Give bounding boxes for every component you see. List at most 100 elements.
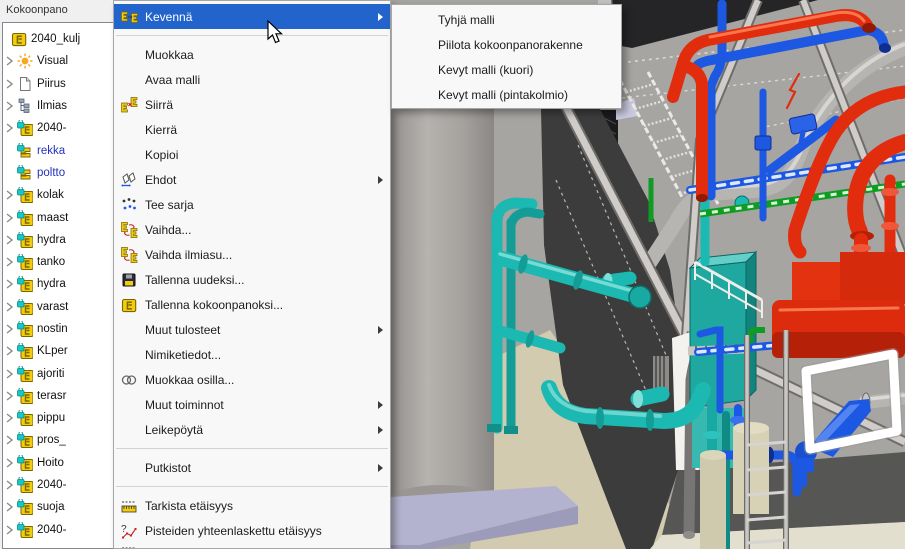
tree-item-terasr[interactable]: terasr — [3, 385, 113, 407]
expander-chevron-icon[interactable] — [3, 234, 15, 246]
menu-item-muut-toiminnot[interactable]: Muut toiminnot — [114, 392, 390, 417]
tree-item-poltto[interactable]: poltto — [3, 162, 113, 184]
expander-chevron-icon[interactable] — [3, 278, 15, 290]
tree-item-label: pippu — [37, 412, 65, 424]
tree-item-rekka[interactable]: rekka — [3, 139, 113, 161]
menu-item-piilota-kokoonpanorakenne[interactable]: Piilota kokoonpanorakenne — [392, 32, 621, 57]
menu-item-muut-tulosteet[interactable]: Muut tulosteet — [114, 317, 390, 342]
menu-separator — [116, 486, 388, 487]
assembly-locked-icon — [15, 455, 34, 471]
tree-item-hoito[interactable]: Hoito — [3, 452, 113, 474]
menu-item-partial[interactable] — [114, 543, 390, 549]
menu-item-leikepoyta[interactable]: Leikepöytä — [114, 417, 390, 442]
menu-item-pisteiden-yhteenlaskettu-etaisyys[interactable]: ?Pisteiden yhteenlaskettu etäisyys — [114, 518, 390, 543]
menu-item-tallenna-kokoonpanoksi[interactable]: Tallenna kokoonpanoksi... — [114, 292, 390, 317]
tree-item-label: hydra — [37, 234, 66, 246]
tree-item-2040[interactable]: 2040- — [3, 519, 113, 541]
submenu-arrow-icon — [378, 326, 383, 334]
icon-spacer — [118, 346, 140, 363]
menu-item-tarkista-etaisyys[interactable]: Tarkista etäisyys — [114, 493, 390, 518]
tree-item-nostin[interactable]: nostin — [3, 318, 113, 340]
tree-item-hydra[interactable]: hydra — [3, 229, 113, 251]
tree-item-label: maast — [37, 212, 68, 224]
expander-chevron-icon[interactable] — [3, 345, 15, 357]
menu-item-kopioi[interactable]: Kopioi — [114, 142, 390, 167]
assembly-locked-icon — [15, 321, 34, 337]
expander-chevron-icon[interactable] — [3, 323, 15, 335]
tree-item-visual[interactable]: Visual — [3, 50, 113, 72]
expander-chevron-icon[interactable] — [3, 368, 15, 380]
expander-chevron-icon[interactable] — [3, 122, 15, 134]
context-menu: Kevennä MuokkaaAvaa malliSiirräKierräKopi… — [113, 0, 391, 549]
menu-item-kevyt-malli-pintakolmio[interactable]: Kevyt malli (pintakolmio) — [392, 82, 621, 107]
tree-item-label: 2040- — [37, 122, 66, 134]
tree-item-2040-kulj[interactable]: 2040_kulj — [3, 28, 113, 50]
expander-chevron-icon[interactable] — [3, 479, 15, 491]
tree-item-2040[interactable]: 2040- — [3, 117, 113, 139]
submenu-arrow-icon — [378, 176, 383, 184]
expander-chevron-icon[interactable] — [3, 501, 15, 513]
expander-chevron-icon[interactable] — [3, 434, 15, 446]
expander-chevron-icon[interactable] — [3, 100, 15, 112]
move-icon — [118, 96, 140, 113]
expander-chevron-icon[interactable] — [3, 256, 15, 268]
tree-item-hydra[interactable]: hydra — [3, 273, 113, 295]
menu-item-kevenna[interactable]: Kevennä — [114, 4, 390, 29]
tree-item-tanko[interactable]: tanko — [3, 251, 113, 273]
tree-item-label: rekka — [37, 145, 65, 157]
menu-item-label: Muokkaa osilla... — [145, 373, 234, 387]
expander-chevron-icon[interactable] — [3, 55, 15, 67]
menu-item-label: Vaihda ilmiasu... — [145, 248, 232, 262]
tree-item-label: 2040- — [37, 479, 66, 491]
expander-chevron-icon[interactable] — [3, 524, 15, 536]
tree-item-klper[interactable]: KLper — [3, 340, 113, 362]
menu-item-vaihda[interactable]: Vaihda... — [114, 217, 390, 242]
tree-item-2040[interactable]: 2040- — [3, 474, 113, 496]
icon-spacer — [118, 321, 140, 338]
tree-item-pros[interactable]: pros_ — [3, 429, 113, 451]
expander-chevron-icon[interactable] — [3, 390, 15, 402]
expander-chevron-icon[interactable] — [3, 78, 15, 90]
expander-chevron-icon[interactable] — [3, 189, 15, 201]
tree-item-ajoriti[interactable]: ajoriti — [3, 362, 113, 384]
application-window: Kokoonpano 2040_kulj VisualPiirusIlmias2… — [0, 0, 905, 549]
tree-item-piirus[interactable]: Piirus — [3, 73, 113, 95]
tree-item-maast[interactable]: maast — [3, 206, 113, 228]
assembly-locked-icon — [15, 254, 34, 270]
menu-item-vaihda-ilmiasu[interactable]: Vaihda ilmiasu... — [114, 242, 390, 267]
tree-item-ilmias[interactable]: Ilmias — [3, 95, 113, 117]
sun-icon — [15, 53, 34, 69]
tree-item-varast[interactable]: varast — [3, 296, 113, 318]
tree-item-label: Piirus — [37, 78, 66, 90]
expander-chevron-icon[interactable] — [3, 301, 15, 313]
menu-item-siirra[interactable]: Siirrä — [114, 92, 390, 117]
expander-chevron-icon[interactable] — [3, 412, 15, 424]
menu-item-muokkaa[interactable]: Muokkaa — [114, 42, 390, 67]
menu-item-ehdot[interactable]: Ehdot — [114, 167, 390, 192]
menu-item-putkistot[interactable]: Putkistot — [114, 455, 390, 480]
icon-spacer — [118, 121, 140, 138]
menu-item-nimiketiedot[interactable]: Nimiketiedot... — [114, 342, 390, 367]
constraints-icon — [118, 171, 140, 188]
assembly-locked-icon — [15, 232, 34, 248]
menu-item-kevyt-malli-kuori[interactable]: Kevyt malli (kuori) — [392, 57, 621, 82]
menu-item-avaa-malli[interactable]: Avaa malli — [114, 67, 390, 92]
expander-chevron-icon[interactable] — [3, 457, 15, 469]
tree-item-kolak[interactable]: kolak — [3, 184, 113, 206]
menu-item-label: Vaihda... — [145, 223, 191, 237]
menu-item-tyhja-malli[interactable]: Tyhjä malli — [392, 7, 621, 32]
assembly-locked-icon — [15, 120, 34, 136]
menu-item-label: Tyhjä malli — [438, 13, 495, 27]
submenu-arrow-icon — [378, 401, 383, 409]
menu-item-label: Ehdot — [145, 173, 176, 187]
assembly-tree[interactable]: 2040_kulj Visual Piirus Ilmias 2040- rekka po… — [2, 22, 113, 549]
expander-chevron-icon[interactable] — [3, 212, 15, 224]
tree-item-suoja[interactable]: suoja — [3, 496, 113, 518]
icon-spacer — [118, 46, 140, 63]
menu-item-tee-sarja[interactable]: Tee sarja — [114, 192, 390, 217]
menu-item-tallenna-uudeksi[interactable]: Tallenna uudeksi... — [114, 267, 390, 292]
tree-item-pippu[interactable]: pippu — [3, 407, 113, 429]
menu-item-muokkaa-osilla[interactable]: Muokkaa osilla... — [114, 367, 390, 392]
assembly-locked-icon — [15, 343, 34, 359]
menu-item-kierra[interactable]: Kierrä — [114, 117, 390, 142]
